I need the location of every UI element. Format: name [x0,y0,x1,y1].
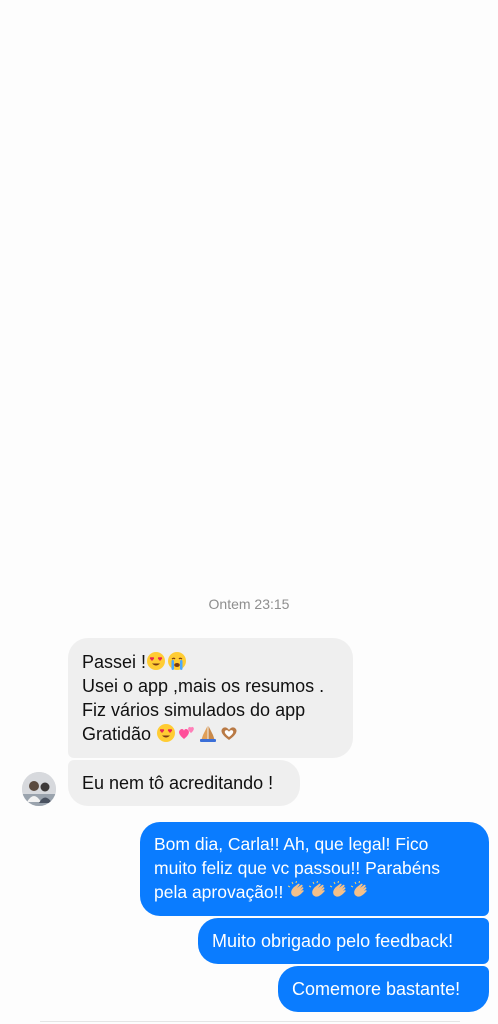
conversation-timestamp: Ontem 23:15 [208,596,290,612]
message-text: Fiz vários simulados do app [82,700,306,720]
incoming-message-bubble[interactable]: Passei ! Usei o app ,mais os resumos . F… [68,638,353,758]
message-line: pela aprovação!! [154,880,475,904]
crying-emoji-icon [168,652,187,670]
message-line: Passei ! [82,650,339,674]
message-text: Muito obrigado pelo feedback! [212,931,454,951]
message-text: muito feliz que vc passou!! Parabéns [154,858,440,878]
heart-hands-emoji-icon [221,727,237,740]
clapping-hands-emoji-icon [288,881,304,897]
contact-avatar[interactable] [22,772,56,806]
message-text: pela aprovação!! [154,882,284,902]
incoming-message-bubble[interactable]: Eu nem tô acreditando ! [68,760,300,806]
message-text: Eu nem tô acreditando ! [82,773,274,793]
message-text: Passei ! [82,652,147,672]
outgoing-message-bubble[interactable]: Comemore bastante! [278,966,489,1012]
outgoing-message-bubble[interactable]: Muito obrigado pelo feedback! [198,918,489,964]
outgoing-message-bubble[interactable]: Bom dia, Carla!! Ah, que legal! Fico mui… [140,822,489,916]
heart-eyes-emoji-icon [147,652,166,670]
two-hearts-emoji-icon [179,726,194,739]
message-text: Bom dia, Carla!! Ah, que legal! Fico [154,834,429,854]
message-text: Usei o app ,mais os resumos . [82,676,325,696]
clapping-hands-emoji-icon [330,881,346,897]
avatar-photo-icon [22,772,56,806]
clapping-hands-emoji-icon [309,881,325,897]
clapping-hands-emoji-icon [351,881,367,897]
message-line: Gratidão [82,722,339,746]
message-text: Gratidão [82,724,152,744]
praying-hands-emoji-icon [200,726,217,742]
message-text: Comemore bastante! [292,979,461,999]
divider [40,1021,460,1022]
heart-eyes-emoji-icon [157,724,176,742]
